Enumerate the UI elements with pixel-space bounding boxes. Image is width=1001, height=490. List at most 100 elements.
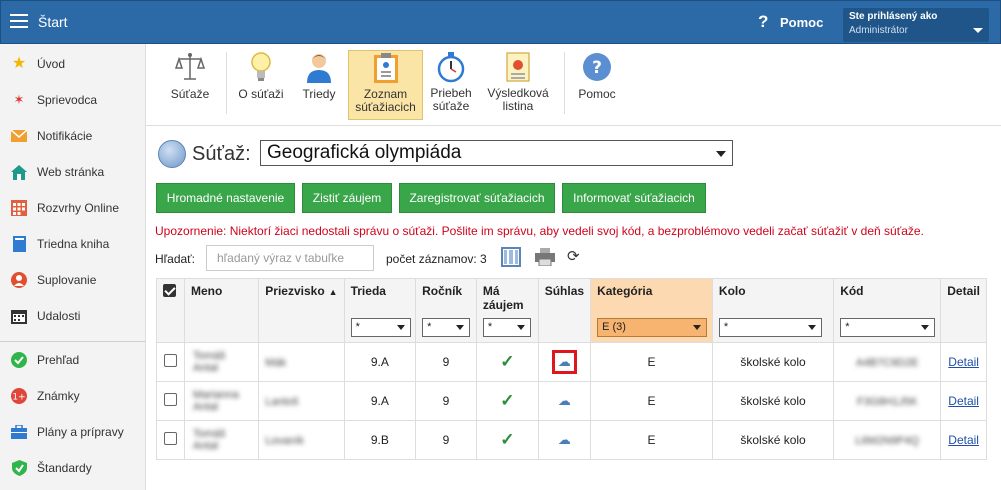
user-menu[interactable]: Ste prihlásený ako Administrátor — [843, 8, 989, 42]
sidebar-item-label: Plány a prípravy — [37, 425, 124, 439]
cell-kategoria: E — [590, 381, 713, 421]
user-login-label: Ste prihlásený ako — [849, 11, 938, 22]
row-checkbox[interactable] — [163, 393, 177, 406]
toolbar-priebeh-sutaze[interactable]: Priebeh súťaže — [427, 50, 475, 120]
sidebar-item-prehlad[interactable]: Prehľad — [0, 342, 146, 378]
toolbar-label: Súťaže — [170, 87, 210, 101]
toolbar-label: Pomoc — [578, 87, 616, 101]
find-interest-button[interactable]: Zistiť záujem — [302, 183, 392, 213]
briefcase-icon — [11, 424, 27, 440]
detail-link[interactable]: Detail — [948, 355, 979, 369]
cell-suhlas: ☁ — [537, 342, 592, 382]
inform-contestants-button[interactable]: Informovať súťažiacich — [562, 183, 706, 213]
filter-ma-zaujem[interactable]: * — [482, 318, 531, 337]
sidebar-item-web-stranka[interactable]: Web stránka — [0, 154, 146, 190]
column-label: Ročník — [422, 284, 463, 298]
clipboard-icon — [370, 51, 402, 85]
filter-kolo[interactable]: * — [718, 318, 822, 337]
column-ma-zaujem[interactable]: Má záujem * — [475, 278, 539, 343]
column-suhlas[interactable]: Súhlas — [537, 278, 592, 343]
register-contestants-button[interactable]: Zaregistrovať súťažiacich — [399, 183, 555, 213]
calendar-grid-icon — [11, 200, 27, 216]
cell-ma-zaujem: ✓ — [475, 420, 539, 460]
detail-link[interactable]: Detail — [948, 394, 979, 408]
filter-value: * — [845, 321, 850, 333]
help-link[interactable]: Pomoc — [780, 15, 823, 30]
cell-kod: L6M2N9P4Q — [833, 420, 942, 460]
sidebar-item-standardy[interactable]: Štandardy — [0, 450, 146, 486]
column-trieda[interactable]: Trieda * — [343, 278, 417, 343]
filter-trieda[interactable]: * — [350, 318, 411, 337]
help-question-icon[interactable]: ? — [758, 12, 768, 32]
column-priezvisko[interactable]: Priezvisko ▲ — [258, 278, 345, 343]
cloud-upload-icon[interactable]: ☁ — [558, 432, 571, 447]
sidebar-item-suplovanie[interactable]: Suplovanie — [0, 262, 146, 298]
app-title[interactable]: Štart — [38, 14, 68, 30]
filter-rocnik[interactable]: * — [422, 318, 471, 337]
cell-meno: Marianna Antal — [183, 381, 260, 421]
column-label: Kolo — [718, 284, 746, 298]
sidebar-item-udalosti[interactable]: Udalosti — [0, 298, 146, 334]
cloud-upload-icon[interactable]: ☁ — [558, 393, 571, 408]
cloud-upload-icon[interactable]: ☁ — [558, 354, 571, 369]
sidebar-item-notifikacie[interactable]: Notifikácie — [0, 118, 146, 154]
search-input[interactable]: hľadaný výraz v tabuľke — [206, 245, 374, 271]
user-role: Administrátor — [849, 25, 908, 36]
toolbar-vysledkova-listina[interactable]: Výsledková listina — [483, 50, 553, 120]
competition-select[interactable]: Geografická olympiáda — [260, 140, 733, 166]
warning-message: Upozornenie: Niektorí žiaci nedostali sp… — [155, 224, 924, 238]
cell-priezvisko: Lovaník — [258, 420, 345, 460]
cell-rocnik: 9 — [415, 342, 477, 382]
sidebar-item-uvod[interactable]: ★ Úvod — [0, 46, 146, 82]
select-all-checkbox[interactable] — [163, 284, 176, 297]
main-content: Súťaž: Geografická olympiáda Hromadné na… — [146, 126, 1001, 490]
svg-text:1+: 1+ — [12, 393, 25, 403]
cell-ma-zaujem: ✓ — [475, 342, 539, 382]
toolbar-pomoc[interactable]: ? Pomoc — [572, 50, 622, 120]
certificate-icon — [502, 50, 534, 84]
toolbar-triedy[interactable]: Triedy — [294, 50, 344, 120]
sidebar-item-rozvrhy-online[interactable]: Rozvrhy Online — [0, 190, 146, 226]
toolbar-label: Výsledková listina — [487, 86, 549, 113]
toolbar-o-sutazi[interactable]: O súťaži — [234, 50, 288, 120]
sidebar-item-plany-a-pripravy[interactable]: Plány a prípravy — [0, 414, 146, 450]
column-label: Trieda — [350, 284, 386, 298]
cell-priezvisko: Mák — [258, 342, 345, 382]
book-icon — [11, 236, 27, 252]
bulk-settings-button[interactable]: Hromadné nastavenie — [156, 183, 295, 213]
toolbar-sutaze[interactable]: Súťaže — [160, 50, 220, 120]
filter-kategoria[interactable]: E (3) — [597, 318, 708, 337]
column-kolo[interactable]: Kolo * — [711, 278, 835, 343]
row-checkbox[interactable] — [163, 354, 177, 367]
table-row: Marianna Antal Lantoš 9.A 9 ✓ ☁ E školsk… — [156, 381, 987, 421]
toolbar-zoznam-sutaziacich[interactable]: Zoznam súťažiacich — [348, 50, 423, 120]
cell-priezvisko: Lantoš — [258, 381, 345, 421]
column-kod[interactable]: Kód * — [833, 278, 942, 343]
top-bar: Štart ? Pomoc Ste prihlásený ako Adminis… — [0, 0, 1001, 44]
detail-link[interactable]: Detail — [948, 433, 979, 447]
row-checkbox[interactable] — [163, 432, 177, 445]
student-first-name: Tomáš Antal — [192, 350, 226, 374]
chevron-down-icon — [396, 325, 405, 330]
column-label: Kategória — [597, 284, 653, 298]
filter-kod[interactable]: * — [840, 318, 936, 337]
column-meno[interactable]: Meno — [183, 278, 260, 343]
sidebar-item-sprievodca[interactable]: ✶ Sprievodca — [0, 82, 146, 118]
filter-value: * — [427, 321, 432, 333]
sidebar-item-label: Prehľad — [37, 353, 80, 367]
column-kategoria[interactable]: Kategória E (3) — [590, 278, 713, 343]
student-last-name: Lantoš — [265, 396, 299, 408]
record-count: 3 — [480, 252, 487, 266]
column-rocnik[interactable]: Ročník * — [415, 278, 477, 343]
sidebar-item-label: Notifikácie — [37, 129, 93, 143]
consent-highlight: ☁ — [551, 350, 577, 374]
hamburger-menu-icon[interactable] — [10, 14, 28, 28]
cell-kolo: školské kolo — [711, 420, 835, 460]
sidebar-item-triedna-kniha[interactable]: Triedna kniha — [0, 226, 146, 262]
svg-text:?: ? — [592, 58, 602, 78]
sidebar-item-znamky[interactable]: 1+ Známky — [0, 378, 146, 414]
columns-icon[interactable] — [501, 247, 521, 267]
print-icon[interactable] — [535, 248, 555, 267]
refresh-icon[interactable]: ⟳ — [567, 247, 580, 265]
sidebar-item-label: Známky — [37, 389, 80, 403]
